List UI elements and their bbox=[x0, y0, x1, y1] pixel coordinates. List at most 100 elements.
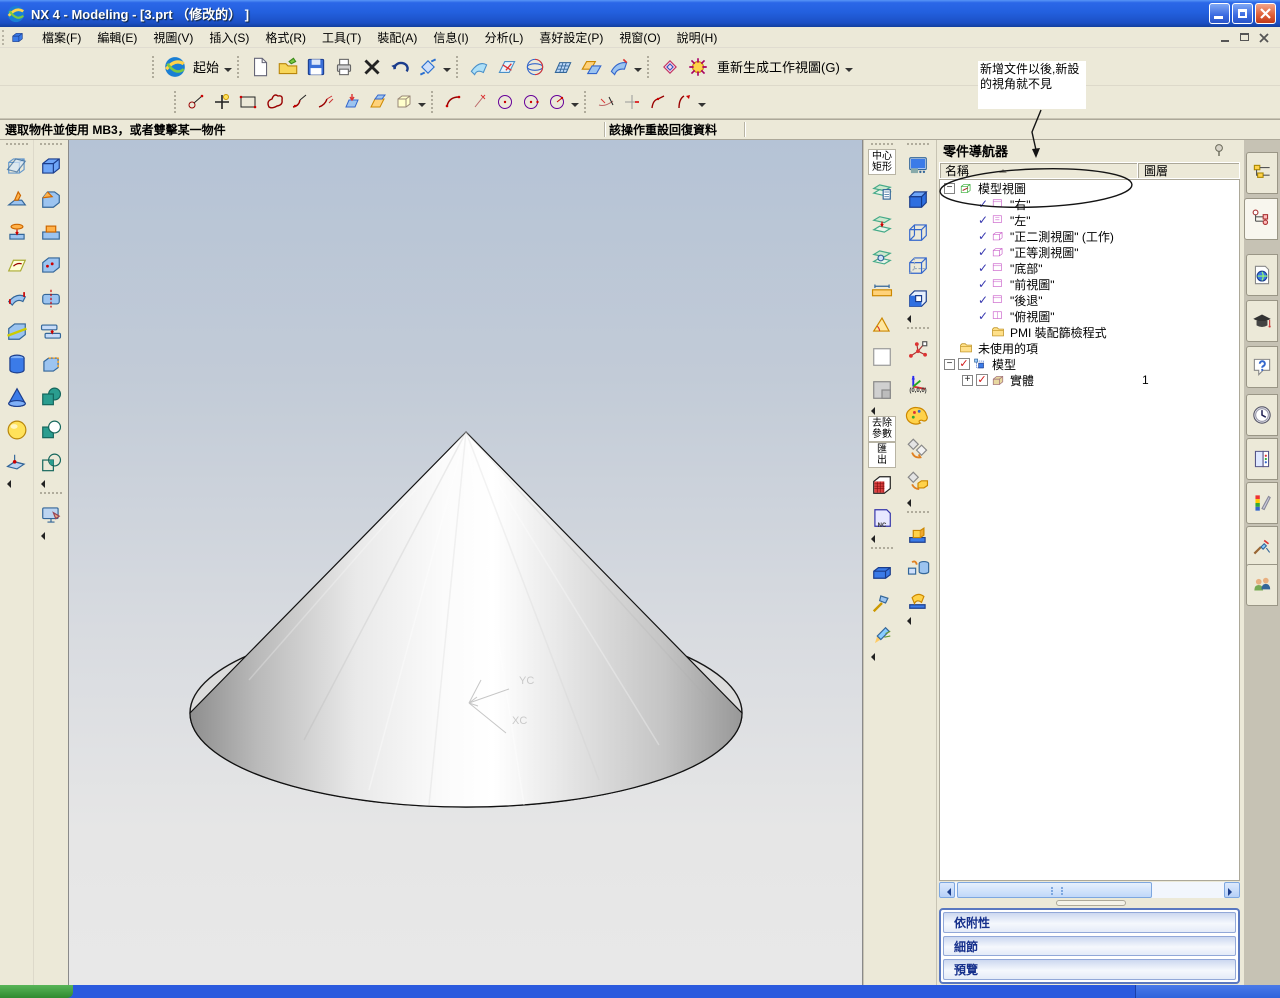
remove-parameters-button[interactable]: 去除 參數 bbox=[868, 416, 896, 442]
tree-row[interactable]: ✓ "前視圖" bbox=[940, 276, 1239, 292]
tab-collaboration[interactable] bbox=[1246, 564, 1278, 606]
circle-radius-icon[interactable] bbox=[544, 89, 570, 115]
profile-icon[interactable] bbox=[183, 89, 209, 115]
visible-check-icon[interactable]: ✓ bbox=[976, 309, 990, 323]
tree-row[interactable]: ✓ "左" bbox=[940, 212, 1239, 228]
tree-node-label[interactable]: "左" bbox=[1010, 212, 1031, 229]
hollow-icon[interactable] bbox=[35, 248, 67, 281]
scrollbar-track[interactable] bbox=[955, 882, 1224, 898]
sew-icon[interactable] bbox=[35, 314, 67, 347]
column-name-header[interactable]: 名稱 bbox=[945, 162, 969, 179]
collapse-arrow[interactable] bbox=[900, 498, 936, 508]
close-button[interactable] bbox=[1255, 3, 1276, 24]
pin-icon[interactable] bbox=[1212, 143, 1226, 157]
tree-row[interactable]: ✓ "正等測視圖" bbox=[940, 244, 1239, 260]
rib-icon[interactable] bbox=[1, 182, 33, 215]
panel-bar-2[interactable]: 預覽 bbox=[943, 959, 1236, 981]
tree-node-label[interactable]: "正二測視圖" (工作) bbox=[1010, 228, 1114, 245]
tree-row[interactable]: + ✓ 實體 1 bbox=[940, 372, 1239, 388]
tab-help[interactable] bbox=[1246, 346, 1278, 388]
arc-icon[interactable] bbox=[440, 89, 466, 115]
orient-view-icon[interactable] bbox=[414, 53, 442, 81]
toolbar-grip[interactable] bbox=[871, 547, 893, 551]
tree-node-label[interactable]: 模型 bbox=[992, 356, 1016, 373]
regen-dropdown-caret[interactable] bbox=[844, 53, 854, 81]
wireframe-display-icon[interactable] bbox=[902, 215, 934, 248]
fillet-curve-icon[interactable] bbox=[313, 89, 339, 115]
menu-s[interactable]: 插入(S) bbox=[201, 29, 257, 47]
toolbar-grip[interactable] bbox=[40, 143, 62, 147]
intersect-curve-icon[interactable] bbox=[365, 89, 391, 115]
snapshot-icon[interactable] bbox=[902, 149, 934, 182]
child-close-button[interactable] bbox=[1257, 31, 1272, 44]
tab-visualization[interactable] bbox=[1246, 482, 1278, 524]
tab-palettes[interactable] bbox=[1246, 438, 1278, 480]
toolbar-grip[interactable] bbox=[907, 327, 929, 331]
block-icon[interactable] bbox=[35, 149, 67, 182]
annotate-tool-icon[interactable] bbox=[866, 619, 898, 652]
collapse-arrow[interactable] bbox=[900, 616, 936, 626]
title-bar[interactable]: NX 4 - Modeling - [3.prt （修改的） ] bbox=[0, 0, 1280, 27]
visible-check-icon[interactable]: ✓ bbox=[976, 261, 990, 275]
nc-output-icon[interactable]: NC bbox=[866, 501, 898, 534]
quick-trim-icon[interactable] bbox=[593, 89, 619, 115]
tree-row[interactable]: ✓ "底部" bbox=[940, 260, 1239, 276]
hidden-wireframe-icon[interactable] bbox=[902, 248, 934, 281]
child-restore-button[interactable] bbox=[1238, 31, 1253, 44]
collapse-arrow[interactable] bbox=[34, 531, 68, 541]
collapse-arrow[interactable] bbox=[864, 534, 900, 544]
curve-fillet-icon[interactable] bbox=[645, 89, 671, 115]
copy-object-icon[interactable] bbox=[902, 465, 934, 498]
toolbar-grip[interactable] bbox=[647, 55, 652, 78]
child-window-icon[interactable] bbox=[9, 30, 26, 45]
windows-taskbar[interactable] bbox=[0, 985, 1280, 998]
chamfer-curve-icon[interactable] bbox=[287, 89, 313, 115]
repair-tool-icon[interactable] bbox=[866, 586, 898, 619]
wcs-dynamics-icon[interactable] bbox=[902, 333, 934, 366]
tree-node-label[interactable]: "俯視圖" bbox=[1010, 308, 1055, 325]
face-analysis-icon[interactable] bbox=[656, 53, 684, 81]
solid-tool-icon[interactable] bbox=[866, 553, 898, 586]
visualize-shape-icon[interactable] bbox=[35, 498, 67, 531]
print-icon[interactable] bbox=[330, 53, 358, 81]
system-tray[interactable] bbox=[1135, 985, 1280, 998]
toolbar-grip[interactable] bbox=[431, 91, 436, 113]
studio-spline-icon[interactable] bbox=[261, 89, 287, 115]
curve-group-dropdown[interactable] bbox=[417, 88, 427, 116]
child-minimize-button[interactable] bbox=[1219, 31, 1234, 44]
pad-icon[interactable] bbox=[35, 215, 67, 248]
tree-row[interactable]: 未使用的項 bbox=[940, 340, 1239, 356]
collapse-arrow[interactable] bbox=[864, 406, 900, 416]
toolbar-grip[interactable] bbox=[456, 55, 461, 78]
menubar-grip[interactable] bbox=[2, 29, 6, 45]
collapse-arrow[interactable] bbox=[0, 479, 33, 489]
tree-row[interactable]: ✓ "右" bbox=[940, 196, 1239, 212]
measure-angle-icon[interactable] bbox=[866, 307, 898, 340]
tab-part-navigator[interactable] bbox=[1244, 198, 1278, 240]
start-menu-button[interactable]: 起始 bbox=[189, 57, 223, 76]
menu-r[interactable]: 格式(R) bbox=[257, 29, 314, 47]
toolbar-grip[interactable] bbox=[907, 143, 929, 147]
tree-horizontal-scrollbar[interactable] bbox=[939, 882, 1240, 898]
tree-node-label[interactable]: "右" bbox=[1010, 196, 1031, 213]
circle-group-dropdown[interactable] bbox=[570, 88, 580, 116]
restore-button[interactable] bbox=[1232, 3, 1253, 24]
swept-sheet-icon[interactable] bbox=[605, 53, 633, 81]
visible-check-icon[interactable]: ✓ bbox=[976, 293, 990, 307]
start-dropdown-caret[interactable] bbox=[223, 53, 233, 81]
intersect-icon[interactable] bbox=[35, 446, 67, 479]
tree-node-label[interactable]: "後退" bbox=[1010, 292, 1043, 309]
trim-body-icon[interactable] bbox=[1, 314, 33, 347]
view-group-dropdown[interactable] bbox=[633, 53, 643, 81]
collapse-node-icon[interactable]: − bbox=[944, 182, 955, 194]
panel-bar-0[interactable]: 依附性 bbox=[943, 912, 1236, 933]
shaded-display-icon[interactable] bbox=[902, 182, 934, 215]
graphics-viewport[interactable]: YC XC bbox=[68, 140, 863, 985]
menu-l[interactable]: 分析(L) bbox=[477, 29, 532, 47]
toolbar-grip[interactable] bbox=[152, 55, 157, 78]
tab-render-tools[interactable] bbox=[1246, 526, 1278, 568]
tab-training[interactable] bbox=[1246, 300, 1278, 342]
suppress-checkbox[interactable]: ✓ bbox=[958, 358, 970, 370]
undo-icon[interactable] bbox=[386, 53, 414, 81]
tab-assembly-navigator[interactable] bbox=[1246, 152, 1278, 194]
